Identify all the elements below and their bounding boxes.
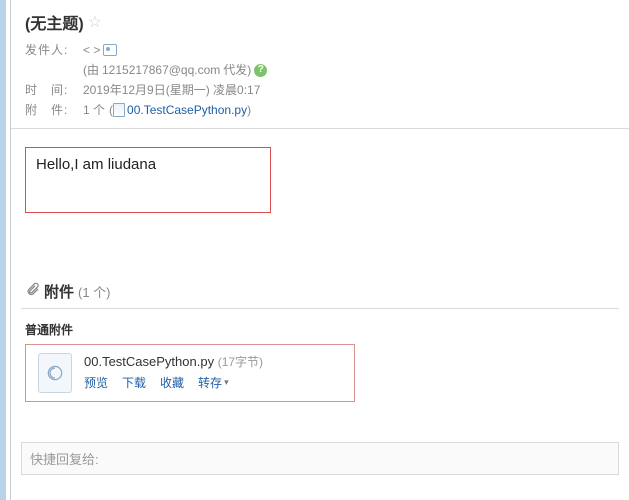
attachment-item: 00.TestCasePython.py (17字节) 预览 下载 收藏 转存 …	[25, 344, 355, 402]
attachments-section: 附件 (1 个) 普通附件 00.TestCasePython.py (17字节…	[21, 277, 619, 420]
quick-reply-placeholder: 快捷回复给:	[30, 452, 99, 467]
sender-label: 发件人:	[25, 40, 83, 60]
chevron-down-icon: ▾	[224, 377, 229, 388]
download-link[interactable]: 下载	[122, 374, 146, 391]
preview-link[interactable]: 预览	[84, 374, 108, 391]
attachment-name: 00.TestCasePython.py	[84, 354, 214, 369]
email-subject: (无主题)	[25, 10, 84, 34]
attachment-size: (17字节)	[218, 355, 263, 369]
proxy-email: 1215217867@qq.com	[102, 60, 220, 80]
saveto-label: 转存	[198, 374, 222, 391]
time-value: 2019年12月9日(星期一) 凌晨0:17	[83, 80, 260, 100]
paperclip-icon	[25, 282, 40, 301]
sender-value: < >	[83, 40, 100, 60]
attachment-info: 00.TestCasePython.py (17字节) 预览 下载 收藏 转存 …	[84, 353, 342, 391]
message-highlight-box: Hello,I am liudana	[25, 147, 271, 213]
attachments-count: (1 个)	[78, 282, 111, 301]
time-row: 时 间: 2019年12月9日(星期一) 凌晨0:17	[25, 80, 615, 100]
attachment-actions: 预览 下载 收藏 转存 ▾	[84, 374, 342, 391]
attach-count: 1 个	[83, 100, 105, 120]
sender-row: 发件人: < >	[25, 40, 615, 60]
paren-close: )	[247, 100, 251, 120]
attachments-title-row: 附件 (1 个)	[21, 277, 619, 309]
contact-card-icon[interactable]	[103, 44, 117, 56]
star-icon[interactable]: ☆	[88, 12, 102, 32]
attach-label: 附 件:	[25, 100, 83, 120]
header-attachment-link[interactable]: 00.TestCasePython.py	[127, 100, 247, 120]
message-text: Hello,I am liudana	[36, 156, 156, 173]
quick-reply-input[interactable]: 快捷回复给:	[21, 442, 619, 475]
proxy-prefix: (由	[83, 60, 99, 80]
email-content: (无主题) ☆ 发件人: < > (由 1215217867@qq.com 代发…	[10, 0, 629, 500]
attachment-thumb-icon	[38, 353, 72, 393]
email-header: (无主题) ☆ 发件人: < > (由 1215217867@qq.com 代发…	[11, 6, 629, 129]
attach-row: 附 件: 1 个 ( 00.TestCasePython.py )	[25, 100, 615, 120]
saveto-link[interactable]: 转存 ▾	[198, 374, 229, 391]
time-label: 时 间:	[25, 80, 83, 100]
proxy-row: (由 1215217867@qq.com 代发) ?	[25, 60, 615, 80]
attachments-subtitle: 普通附件	[25, 321, 615, 338]
attachments-title: 附件	[44, 281, 74, 302]
help-icon[interactable]: ?	[254, 64, 267, 77]
email-body: Hello,I am liudana	[11, 129, 629, 243]
proxy-suffix: 代发)	[223, 60, 251, 80]
file-icon	[113, 103, 125, 117]
favorite-link[interactable]: 收藏	[160, 374, 184, 391]
subject-row: (无主题) ☆	[25, 10, 615, 34]
